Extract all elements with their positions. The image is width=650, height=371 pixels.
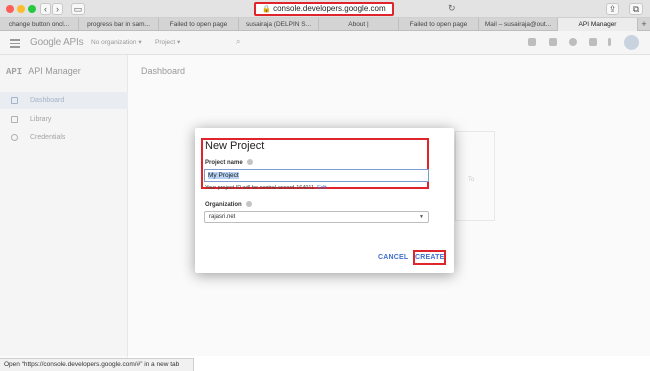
chevron-down-icon: ▼ (419, 214, 424, 220)
create-button[interactable]: CREATE (413, 250, 446, 265)
zoom-window-button[interactable] (28, 5, 36, 13)
google-apis-logo[interactable]: Google APIs (30, 37, 84, 48)
lock-icon: 🔒 (262, 6, 272, 13)
forward-icon[interactable]: › (52, 3, 63, 15)
sidebar-toggle-icon[interactable]: ▭ (71, 3, 85, 15)
tabs-overview-icon[interactable]: ⧉ (629, 3, 643, 15)
back-icon[interactable]: ‹ (40, 3, 51, 15)
organization-label: Organization (205, 201, 252, 208)
project-name-input[interactable]: My Project (204, 169, 429, 182)
cloud-shell-icon[interactable] (528, 38, 536, 46)
avatar[interactable] (624, 35, 639, 50)
console-header: Google APIs No organization ▾ Project ▾ … (0, 31, 650, 55)
search-icon[interactable]: ⌕ (236, 37, 240, 47)
minimize-window-button[interactable] (17, 5, 25, 13)
project-name-value: My Project (208, 172, 239, 179)
help-icon[interactable] (569, 38, 577, 46)
help-icon[interactable] (246, 159, 253, 165)
project-name-label: Project name (205, 159, 253, 166)
notifications-icon[interactable] (589, 38, 597, 46)
tab-bar: change button oncl... progress bar in sa… (0, 18, 650, 31)
browser-tab[interactable]: Mail – susairaja@out... (479, 18, 558, 31)
browser-tab-active[interactable]: API Manager (558, 18, 638, 31)
project-id-hint: Your project ID will be central-accord-1… (205, 185, 327, 191)
url-text: console.developers.google.com (273, 4, 386, 13)
share-icon[interactable]: ⇪ (606, 3, 619, 15)
dialog-title: New Project (205, 140, 265, 152)
organization-value: rajasri.net (209, 214, 236, 220)
feedback-icon[interactable] (549, 38, 557, 46)
new-project-dialog: New Project Project name My Project Your… (195, 128, 454, 273)
new-tab-icon[interactable]: + (638, 18, 650, 31)
organization-select[interactable]: rajasri.net ▼ (204, 211, 429, 223)
organization-picker[interactable]: No organization ▾ (91, 38, 142, 46)
address-bar[interactable]: 🔒 console.developers.google.com (254, 2, 394, 16)
reload-icon[interactable]: ↻ (448, 3, 456, 14)
browser-tab[interactable]: change button oncl... (0, 18, 79, 31)
browser-tab[interactable]: Failed to open page (159, 18, 239, 31)
browser-tab[interactable]: Failed to open page (399, 18, 479, 31)
browser-toolbar: ‹ › ▭ 🔒 console.developers.google.com ↻ ⇪… (0, 0, 650, 18)
screenshot-root: ‹ › ▭ 🔒 console.developers.google.com ↻ ⇪… (0, 0, 650, 371)
help-icon[interactable] (245, 201, 252, 207)
more-options-icon[interactable] (608, 38, 611, 46)
browser-tab[interactable]: progress bar in sam... (79, 18, 159, 31)
cancel-button[interactable]: CANCEL (378, 254, 408, 261)
organization-label-text: Organization (205, 202, 242, 208)
status-bar: Open “https://console.developers.google.… (0, 358, 194, 371)
project-picker[interactable]: Project ▾ (155, 38, 180, 46)
browser-tab[interactable]: About | (319, 18, 399, 31)
browser-tab[interactable]: susairaja (DELPIN S... (239, 18, 319, 31)
project-id-text: Your project ID will be central-accord-1… (205, 185, 315, 191)
menu-icon[interactable] (10, 39, 20, 48)
project-name-label-text: Project name (205, 160, 243, 166)
close-window-button[interactable] (6, 5, 14, 13)
edit-project-id-link[interactable]: Edit (317, 185, 326, 191)
